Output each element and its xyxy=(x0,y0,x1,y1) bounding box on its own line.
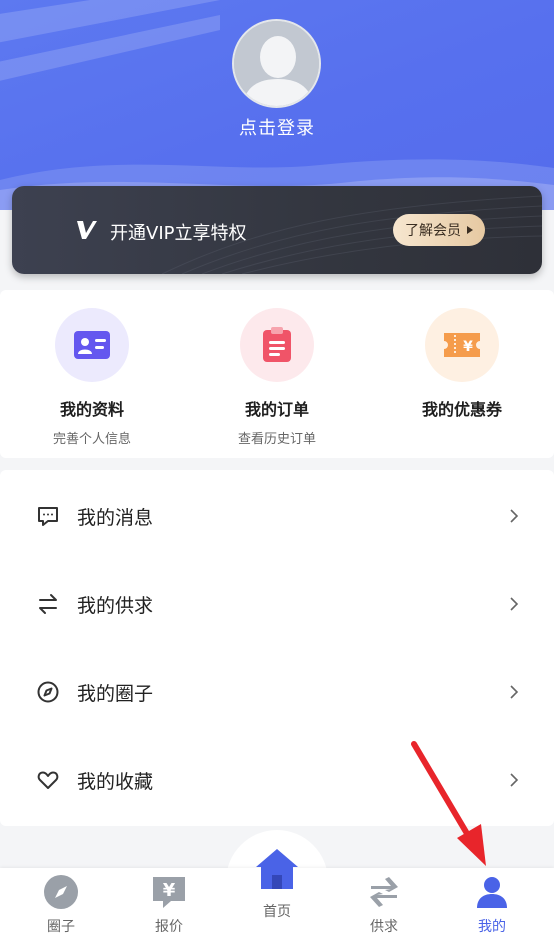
menu-list: 我的消息 我的供求 我的圈子 我的收藏 xyxy=(0,470,554,826)
message-icon xyxy=(36,504,60,528)
triangle-right-icon xyxy=(467,226,473,234)
chevron-right-icon xyxy=(510,509,519,523)
menu-item-label: 我的圈子 xyxy=(77,682,154,705)
quick-item-coupons[interactable]: ¥ 我的优惠券 xyxy=(370,308,554,428)
menu-item-supply-demand[interactable]: 我的供求 xyxy=(0,560,554,648)
quick-item-title: 我的资料 xyxy=(59,400,124,419)
tab-label: 首页 xyxy=(263,904,291,920)
clipboard-icon xyxy=(240,308,314,382)
heart-icon xyxy=(36,768,60,792)
tab-label: 报价 xyxy=(155,919,183,935)
compass-icon xyxy=(41,872,81,912)
menu-item-messages[interactable]: 我的消息 xyxy=(0,472,554,560)
exchange-icon xyxy=(364,872,404,912)
menu-item-circles[interactable]: 我的圈子 xyxy=(0,648,554,736)
profile-card-icon xyxy=(55,308,129,382)
price-icon: ¥ xyxy=(149,872,189,912)
quick-item-title: 我的优惠券 xyxy=(421,400,502,419)
header-light-rays xyxy=(0,0,220,81)
tab-circles[interactable]: 圈子 xyxy=(21,872,101,936)
menu-item-label: 我的供求 xyxy=(77,594,154,617)
user-icon xyxy=(472,872,512,912)
svg-text:¥: ¥ xyxy=(163,880,176,901)
tab-mine[interactable]: 我的 xyxy=(452,872,532,936)
learn-membership-button[interactable]: 了解会员 xyxy=(393,214,485,246)
quick-item-subtitle: 查看历史订单 xyxy=(237,432,316,447)
profile-header: 点击登录 xyxy=(0,0,554,210)
exchange-icon xyxy=(36,592,60,616)
vip-v-icon xyxy=(77,221,97,239)
tab-label: 供求 xyxy=(370,919,398,935)
home-icon xyxy=(253,845,301,893)
quick-item-subtitle: 完善个人信息 xyxy=(52,432,131,447)
menu-item-favorites[interactable]: 我的收藏 xyxy=(0,736,554,824)
avatar[interactable] xyxy=(232,19,321,108)
svg-text:¥: ¥ xyxy=(463,339,473,355)
tab-supply-demand[interactable]: 供求 xyxy=(344,872,424,936)
compass-icon xyxy=(36,680,60,704)
tab-label: 我的 xyxy=(478,919,506,935)
login-link[interactable]: 点击登录 xyxy=(0,114,554,140)
chevron-right-icon xyxy=(510,685,519,699)
tab-label: 圈子 xyxy=(47,919,75,935)
menu-item-label: 我的消息 xyxy=(77,506,154,529)
quick-item-orders[interactable]: 我的订单 查看历史订单 xyxy=(185,308,369,447)
quick-item-title: 我的订单 xyxy=(244,400,309,419)
chevron-right-icon xyxy=(510,773,519,787)
coupon-icon: ¥ xyxy=(425,308,499,382)
default-avatar-icon xyxy=(234,21,319,106)
menu-item-label: 我的收藏 xyxy=(77,770,154,793)
quick-item-profile[interactable]: 我的资料 完善个人信息 xyxy=(0,308,184,447)
vip-banner[interactable]: 开通VIP立享特权 了解会员 xyxy=(12,186,542,274)
chevron-right-icon xyxy=(510,597,519,611)
tab-quotes[interactable]: ¥ 报价 xyxy=(129,872,209,936)
quick-access-card: 我的资料 完善个人信息 我的订单 查看历史订单 ¥ 我的优惠券 xyxy=(0,290,554,458)
vip-title: 开通VIP立享特权 xyxy=(110,223,247,244)
learn-membership-label: 了解会员 xyxy=(405,223,461,239)
tab-home[interactable]: 首页 xyxy=(237,845,317,921)
